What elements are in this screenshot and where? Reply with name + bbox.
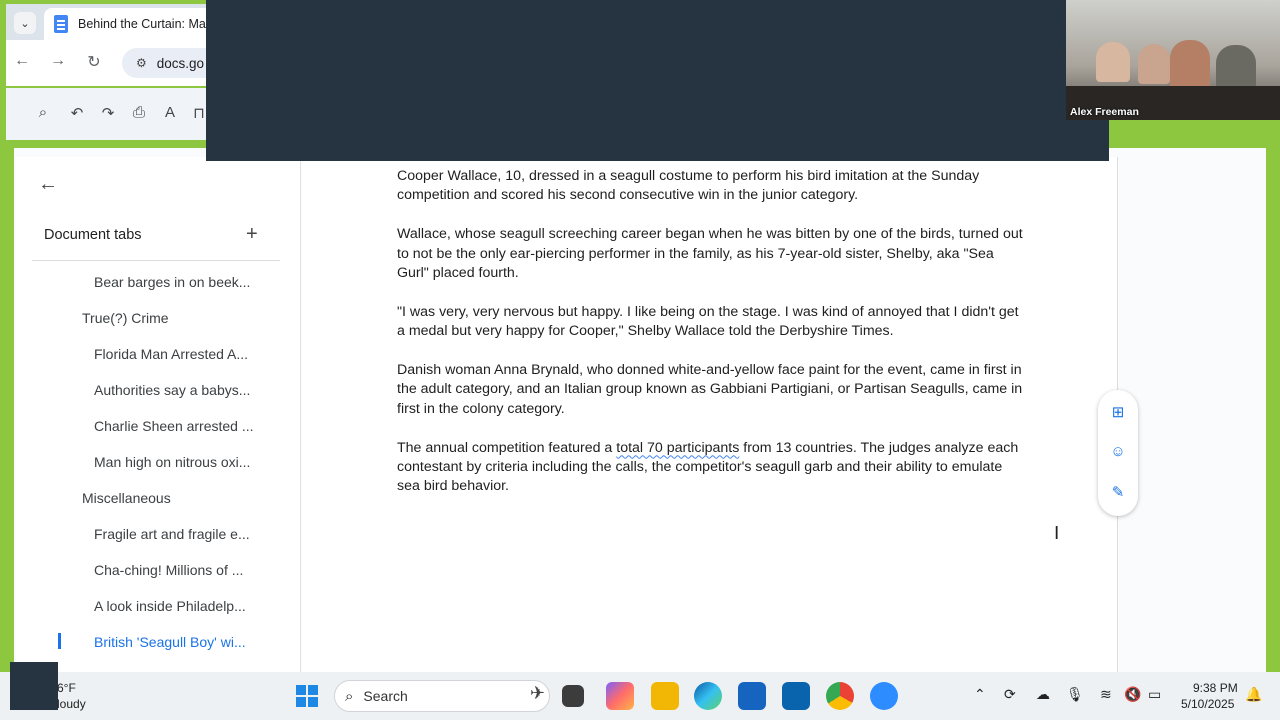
paragraph[interactable]: Cooper Wallace, 10, dressed in a seagull… xyxy=(397,167,1027,206)
add-comment-icon[interactable]: ⊞ xyxy=(1108,403,1128,421)
sidebar-tab-item[interactable]: Charlie Sheen arrested ... xyxy=(94,418,254,434)
docs-toolbar: ⌕ ↶ ↷ ⎙ A ⊓ xyxy=(6,88,206,140)
copilot-icon[interactable] xyxy=(606,682,634,710)
redo-icon[interactable]: ↷ xyxy=(97,104,119,122)
paragraph[interactable]: Wallace, whose seagull screeching career… xyxy=(397,225,1027,283)
site-info-icon[interactable]: ⚙ xyxy=(136,56,147,70)
close-outline-arrow-icon[interactable]: ← xyxy=(38,173,58,196)
search-highlight-icon: ✈ xyxy=(529,683,545,703)
document-page[interactable]: Cooper Wallace, 10, dressed in a seagull… xyxy=(302,157,1118,672)
sidebar-tab-item[interactable]: Bear barges in on beek... xyxy=(94,274,250,290)
document-tabs-header: Document tabs xyxy=(44,227,142,243)
reload-icon[interactable]: ↻ xyxy=(84,52,104,72)
windows-logo-icon xyxy=(296,697,306,707)
notification-bell-icon[interactable]: 🔔 xyxy=(1245,686,1262,703)
back-icon[interactable]: ← xyxy=(12,52,32,70)
sidebar-tab-item[interactable]: British 'Seagull Boy' wi... xyxy=(94,634,246,650)
task-view-icon[interactable] xyxy=(562,685,584,707)
sidebar-tab-item[interactable]: Authorities say a babys... xyxy=(94,382,250,398)
video-tile[interactable]: Alex Freeman xyxy=(1066,0,1280,120)
tab-search-button[interactable]: ⌄ xyxy=(14,12,36,34)
spellcheck-icon[interactable]: A xyxy=(159,104,181,121)
show-hidden-icons-icon[interactable]: ⌃ xyxy=(974,686,986,703)
weather-temperature[interactable]: 6°F xyxy=(57,681,76,695)
paragraph-text: The annual competition featured a xyxy=(397,439,617,456)
search-menus-icon[interactable]: ⌕ xyxy=(32,104,54,121)
file-explorer-icon[interactable] xyxy=(651,682,679,710)
windows-logo-icon xyxy=(296,685,306,695)
tab-strip: ⌄ Behind the Curtain: May xyxy=(6,4,214,40)
active-tab-indicator xyxy=(58,633,61,649)
weather-widget-icon[interactable] xyxy=(10,662,58,710)
sidebar-tab-item[interactable]: Fragile art and fragile e... xyxy=(94,526,250,542)
undo-icon[interactable]: ↶ xyxy=(66,104,88,122)
sidebar-tab-item[interactable]: Florida Man Arrested A... xyxy=(94,346,248,362)
chrome-icon[interactable] xyxy=(826,682,854,710)
emoji-reaction-icon[interactable]: ☺ xyxy=(1108,443,1128,461)
clock-date[interactable]: 5/10/2025 xyxy=(1181,697,1234,711)
windows-logo-icon xyxy=(308,685,318,695)
microphone-icon[interactable]: 🎙 xyxy=(1066,686,1084,703)
zoom-icon[interactable] xyxy=(870,682,898,710)
person-figure xyxy=(1096,42,1130,82)
tab-title: Behind the Curtain: May xyxy=(78,17,213,31)
windows-logo-icon xyxy=(308,697,318,707)
outlook-icon[interactable] xyxy=(782,682,810,710)
spelling-suggestion-text[interactable]: total 70 participants xyxy=(616,440,739,456)
person-figure xyxy=(1170,40,1210,90)
browser-toolbar: ← → ↻ ⚙ docs.go xyxy=(6,40,242,86)
sidebar-tab-item[interactable]: True(?) Crime xyxy=(82,310,169,326)
add-tab-button[interactable]: + xyxy=(246,223,258,246)
sidebar-tab-item[interactable]: Man high on nitrous oxi... xyxy=(94,454,250,470)
suggest-edits-icon[interactable]: ✎ xyxy=(1108,483,1128,501)
document-body[interactable]: Cooper Wallace, 10, dressed in a seagull… xyxy=(397,167,1027,516)
weather-description[interactable]: loudy xyxy=(57,697,86,711)
taskbar-search[interactable]: ⌕ Search ✈ xyxy=(334,680,550,712)
browser-tab[interactable]: Behind the Curtain: May xyxy=(44,8,214,40)
sidebar-tab-item[interactable]: Miscellaneous xyxy=(82,490,171,506)
screen-share-overlay xyxy=(206,0,1109,161)
clock-time[interactable]: 9:38 PM xyxy=(1193,681,1238,695)
edge-icon[interactable] xyxy=(694,682,722,710)
sidebar-tab-item[interactable]: A look inside Philadelp... xyxy=(94,598,246,614)
wifi-icon[interactable]: ≋ xyxy=(1100,686,1112,703)
url-text: docs.go xyxy=(156,55,205,71)
taskbar: 6°F loudy ⌕ Search ✈ ⌃ ⟳ ☁ 🎙 ≋ 🔇 ▭ 9:38 … xyxy=(0,662,1280,720)
floating-actions: ⊞ ☺ ✎ xyxy=(1098,390,1138,516)
volume-muted-icon[interactable]: 🔇 xyxy=(1124,686,1141,703)
sync-icon[interactable]: ⟳ xyxy=(1004,686,1016,703)
person-figure xyxy=(1216,45,1256,90)
onedrive-icon[interactable]: ☁ xyxy=(1036,686,1050,703)
participant-name: Alex Freeman xyxy=(1070,106,1139,118)
forward-icon[interactable]: → xyxy=(48,52,68,70)
divider xyxy=(32,260,280,261)
text-cursor-icon: I xyxy=(1054,523,1060,544)
start-button[interactable] xyxy=(296,685,318,707)
paragraph[interactable]: Danish woman Anna Brynald, who donned wh… xyxy=(397,361,1027,419)
microsoft-store-icon[interactable] xyxy=(738,682,766,710)
paragraph[interactable]: The annual competition featured a total … xyxy=(397,439,1027,497)
document-tabs-sidebar: ← Document tabs + Bear barges in on beek… xyxy=(16,157,301,672)
google-docs-icon xyxy=(54,15,68,33)
print-icon[interactable]: ⎙ xyxy=(128,104,150,121)
paragraph[interactable]: "I was very, very nervous but happy. I l… xyxy=(397,303,1027,342)
search-icon: ⌕ xyxy=(345,687,354,705)
person-figure xyxy=(1138,44,1170,84)
battery-icon[interactable]: ▭ xyxy=(1148,686,1161,703)
search-label: Search xyxy=(363,688,408,704)
sidebar-tab-item[interactable]: Cha-ching! Millions of ... xyxy=(94,562,243,578)
